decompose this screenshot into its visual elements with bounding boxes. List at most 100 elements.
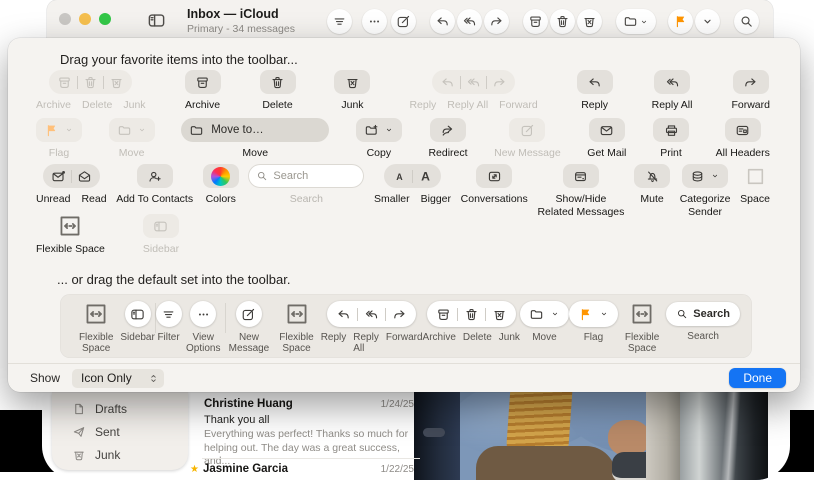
reply-button[interactable] [430, 9, 455, 34]
palette-sidebar[interactable]: Sidebar [143, 214, 179, 256]
palette-flexible-space[interactable]: Flexible Space [36, 214, 105, 256]
default-move[interactable]: Move [520, 301, 569, 343]
default-archive-group[interactable]: ArchiveDeleteJunk [423, 301, 520, 343]
item-label: Search [290, 193, 323, 206]
default-flag[interactable]: Flag [569, 301, 618, 343]
sidebar-toggle-button[interactable] [147, 11, 166, 30]
compose-button[interactable] [391, 9, 416, 34]
done-button[interactable]: Done [729, 368, 786, 388]
palette-archive-delete-junk-group[interactable]: ArchiveDeleteJunk [36, 70, 146, 111]
item-label: Print [660, 147, 682, 160]
flexible-space-icon [58, 214, 82, 238]
default-reply-group[interactable]: ReplyReply AllForward [321, 301, 423, 354]
palette-reply[interactable]: Reply [577, 70, 613, 112]
archive-button[interactable] [523, 9, 548, 34]
item-label: Forward [386, 332, 423, 354]
zoom-button[interactable] [99, 13, 111, 25]
customize-toolbar-sheet: Drag your favorite items into the toolba… [8, 38, 800, 392]
item-capsule [589, 118, 625, 142]
palette-copy[interactable]: Copy [356, 118, 402, 160]
default-filter[interactable]: Filter [156, 301, 182, 343]
minimize-button[interactable] [79, 13, 91, 25]
search-field[interactable]: Search [248, 164, 364, 188]
forward-button[interactable] [484, 9, 509, 34]
palette-delete[interactable]: Delete [260, 70, 296, 112]
message-list: Christine Huang 1/24/25 Thank you all Ev… [188, 392, 420, 480]
archive-icon [528, 14, 543, 29]
item-label: Reply All [447, 99, 488, 111]
default-flexible-space-1[interactable]: Flexible Space [72, 301, 120, 354]
palette-get-mail[interactable]: Get Mail [587, 118, 626, 160]
delete-button[interactable] [550, 9, 575, 34]
item-capsule [285, 301, 309, 327]
junk-button[interactable] [577, 9, 602, 34]
palette-move-to[interactable]: Move to…Move [181, 118, 329, 160]
more-options-button[interactable] [362, 9, 387, 34]
add-contact-icon [147, 169, 162, 184]
palette-junk[interactable]: Junk [334, 70, 370, 112]
palette-related-messages[interactable]: Show/Hide Related Messages [537, 164, 624, 218]
palette-redirect[interactable]: Redirect [428, 118, 467, 160]
sidebar-icon [153, 219, 168, 234]
palette-text-size-group[interactable]: AASmallerBigger [374, 164, 451, 205]
palette-print[interactable]: Print [653, 118, 689, 160]
default-flexible-space-2[interactable]: Flexible Space [272, 301, 320, 354]
toolbar-buttons [327, 9, 759, 34]
archive-icon [195, 75, 210, 90]
palette-mute[interactable]: Mute [634, 164, 670, 206]
palette-archive[interactable]: Archive [185, 70, 221, 112]
palette-row: Flag Move Move to…Move Copy Redirect New Mess… [36, 118, 770, 160]
reply-all-button[interactable] [457, 9, 482, 34]
palette-colors[interactable]: Colors [203, 164, 239, 206]
message-row[interactable]: ★ Jasmine Garcia 1/22/25 [190, 463, 414, 475]
folder-icon [117, 123, 132, 138]
item-label: Reply All [652, 99, 693, 112]
mailbox-sidebar: Drafts Sent Junk [52, 392, 188, 470]
sidebar-item-junk[interactable]: Junk [52, 443, 188, 466]
palette-space[interactable]: Space [740, 164, 770, 206]
palette-reply-all[interactable]: Reply All [652, 70, 693, 112]
sidebar-item-sent[interactable]: Sent [52, 420, 188, 443]
default-set-heading: ... or drag the default set into the too… [57, 272, 290, 287]
default-search[interactable]: SearchSearch [666, 301, 740, 342]
palette-categorize-sender[interactable]: Categorize Sender [680, 164, 731, 218]
filter-button[interactable] [327, 9, 352, 34]
default-view-options[interactable]: View Options [182, 301, 225, 354]
palette-add-to-contacts[interactable]: Add To Contacts [116, 164, 193, 206]
star-icon: ★ [190, 464, 199, 475]
flexible-space-icon [285, 302, 309, 326]
palette-forward[interactable]: Forward [731, 70, 770, 112]
show-mode-select[interactable]: Icon Only [72, 369, 164, 388]
palette-move-menu[interactable]: Move [109, 118, 155, 160]
palette-search[interactable]: Search Search [248, 164, 364, 206]
mail-window-content: Drafts Sent Junk Christine Huang 1/24/25… [42, 392, 790, 480]
palette-new-message[interactable]: New Message [494, 118, 561, 160]
search-field[interactable]: Search [666, 302, 740, 326]
default-toolbar-set[interactable]: Flexible SpaceSidebarFilterView OptionsN… [60, 294, 752, 358]
item-label: Filter [157, 332, 179, 343]
palette-reply-group[interactable]: ReplyReply AllForward [409, 70, 537, 111]
message-row[interactable]: Christine Huang 1/24/25 [204, 398, 414, 410]
close-button[interactable] [59, 13, 71, 25]
junk-icon [72, 448, 86, 462]
item-labels: ArchiveDeleteJunk [36, 99, 146, 111]
flag-menu-button[interactable] [695, 9, 720, 34]
default-sidebar[interactable]: Sidebar [120, 301, 154, 343]
palette-conversations[interactable]: Conversations [461, 164, 528, 206]
item-capsule: Move to… [181, 118, 329, 142]
item-label: New Message [494, 147, 561, 160]
default-flexible-space-3[interactable]: Flexible Space [618, 301, 666, 354]
document-icon [72, 402, 86, 416]
item-capsule [725, 118, 761, 142]
search-button[interactable] [734, 9, 759, 34]
photo-shape [423, 428, 445, 437]
chevron-down-icon [700, 14, 715, 29]
palette-flag[interactable]: Flag [36, 118, 82, 160]
sidebar-item-drafts[interactable]: Drafts [52, 397, 188, 420]
flag-button[interactable] [668, 9, 693, 34]
palette-all-headers[interactable]: All Headers [716, 118, 770, 160]
delete-icon [270, 75, 285, 90]
move-button[interactable] [616, 9, 656, 34]
default-new-message[interactable]: New Message [226, 301, 273, 354]
palette-unread-read-group[interactable]: UnreadRead [36, 164, 107, 205]
